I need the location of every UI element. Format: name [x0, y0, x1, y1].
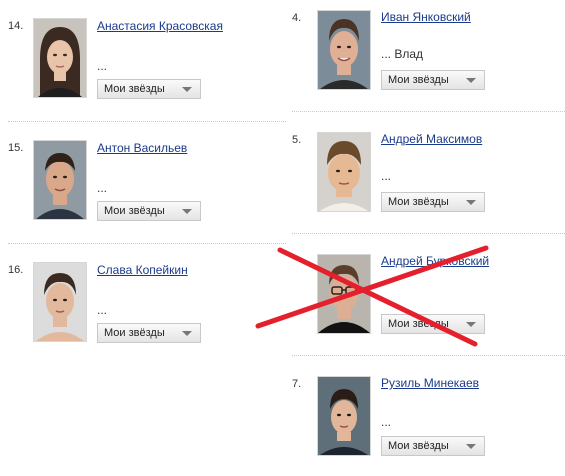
- my-stars-select[interactable]: Мои звёзды: [381, 436, 485, 456]
- star-card: 7. Рузиль Минекаев ... Мои звёзды: [283, 366, 565, 476]
- actor-photo[interactable]: [317, 254, 371, 334]
- rank-number: 7.: [292, 378, 302, 390]
- my-stars-select[interactable]: Мои звёзды: [381, 192, 485, 212]
- divider: [8, 121, 286, 122]
- portrait-image: [318, 133, 370, 211]
- select-value: Мои звёзды: [388, 74, 449, 86]
- my-stars-select[interactable]: Мои звёзды: [97, 201, 201, 221]
- portrait-image: [34, 263, 86, 341]
- actor-name-link[interactable]: Анастасия Красовская: [97, 19, 223, 33]
- my-stars-select[interactable]: Мои звёзды: [97, 323, 201, 343]
- chevron-down-icon: [182, 87, 192, 92]
- select-value: Мои звёзды: [104, 327, 165, 339]
- actor-name-link[interactable]: Рузиль Минекаев: [381, 376, 479, 390]
- star-card: 5. Андрей Максимов ... Мои звёзды: [283, 122, 565, 232]
- select-value: Мои звёзды: [104, 83, 165, 95]
- select-value: Мои звёзды: [388, 318, 449, 330]
- chevron-down-icon: [182, 209, 192, 214]
- user-note: ... Влад: [381, 47, 424, 61]
- actor-photo[interactable]: [317, 132, 371, 212]
- select-value: Мои звёзды: [388, 440, 449, 452]
- rank-number: 14.: [8, 20, 24, 32]
- actor-photo[interactable]: [33, 18, 87, 98]
- divider: [8, 243, 286, 244]
- user-note: ...: [381, 169, 392, 183]
- actor-photo[interactable]: [317, 376, 371, 456]
- actor-photo[interactable]: [317, 10, 371, 90]
- chevron-down-icon: [466, 444, 476, 449]
- portrait-image: [318, 255, 370, 333]
- rank-number: 5.: [292, 134, 302, 146]
- portrait-image: [318, 11, 370, 89]
- divider: [292, 355, 565, 356]
- star-card: 14. Анастасия Красовская ... Мои звёзды: [0, 8, 283, 118]
- my-stars-select[interactable]: Мои звёзды: [97, 79, 201, 99]
- star-card: 15. Антон Васильев ... Мои звёзды: [0, 130, 283, 240]
- chevron-down-icon: [466, 322, 476, 327]
- actor-name-link[interactable]: Иван Янковский: [381, 10, 471, 24]
- select-value: Мои звёзды: [104, 205, 165, 217]
- rank-number: 15.: [8, 142, 24, 154]
- select-value: Мои звёзды: [388, 196, 449, 208]
- star-card: Андрей Бурковский Мои звёзды: [283, 244, 565, 354]
- chevron-down-icon: [466, 200, 476, 205]
- actor-name-link[interactable]: Антон Васильев: [97, 141, 187, 155]
- actor-name-link[interactable]: Слава Копейкин: [97, 263, 188, 277]
- portrait-image: [34, 19, 86, 97]
- user-note: ...: [381, 415, 392, 429]
- portrait-image: [34, 141, 86, 219]
- chevron-down-icon: [466, 78, 476, 83]
- user-note: ...: [97, 59, 108, 73]
- divider: [292, 233, 565, 234]
- portrait-image: [318, 377, 370, 455]
- rank-number: 4.: [292, 12, 302, 24]
- actor-name-link[interactable]: Андрей Максимов: [381, 132, 482, 146]
- actor-photo[interactable]: [33, 262, 87, 342]
- actor-photo[interactable]: [33, 140, 87, 220]
- chevron-down-icon: [182, 331, 192, 336]
- divider: [292, 111, 565, 112]
- rank-number: 16.: [8, 264, 24, 276]
- my-stars-select[interactable]: Мои звёзды: [381, 70, 485, 90]
- star-card: 4. Иван Янковский ... Влад Мои звёзды: [283, 0, 565, 110]
- user-note: ...: [97, 181, 108, 195]
- my-stars-select[interactable]: Мои звёзды: [381, 314, 485, 334]
- star-card: 16. Слава Копейкин ... Мои звёзды: [0, 252, 283, 362]
- actor-name-link[interactable]: Андрей Бурковский: [381, 254, 489, 268]
- user-note: ...: [97, 303, 108, 317]
